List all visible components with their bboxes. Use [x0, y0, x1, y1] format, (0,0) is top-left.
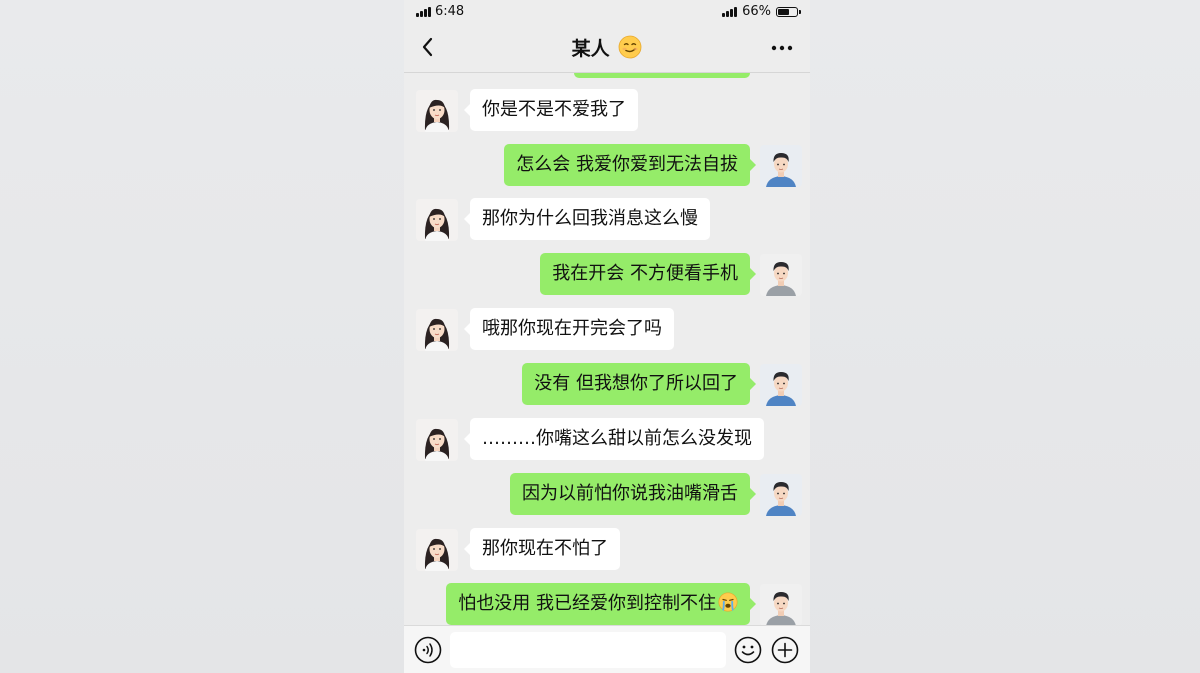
sent-message-bubble[interactable]: 因为以前怕你说我油嘴滑舌: [510, 473, 756, 515]
signal-icon: [416, 6, 431, 17]
plus-icon: [771, 636, 799, 664]
sent-message-bubble[interactable]: 怎么会 我爱你爱到无法自拔: [504, 144, 756, 186]
chat-title: 某人: [404, 34, 810, 61]
emoji-button[interactable]: [734, 636, 762, 664]
battery-icon: [776, 6, 801, 17]
contact-avatar[interactable]: [416, 199, 458, 241]
message-row: 那你为什么回我消息这么慢: [404, 198, 810, 242]
received-message-bubble[interactable]: 那你现在不怕了: [464, 528, 620, 570]
voice-icon: [414, 636, 442, 664]
message-row: 我在开会 不方便看手机: [404, 253, 810, 297]
message-row: 哦那你现在开完会了吗: [404, 308, 810, 352]
user-avatar[interactable]: [760, 584, 802, 626]
female-avatar-icon: [416, 199, 458, 241]
male-avatar-icon: [760, 474, 802, 516]
message-row: 你是不是不爱我了: [404, 89, 810, 133]
message-text: 怕也没用 我已经爱你到控制不住: [458, 593, 716, 614]
more-options-button[interactable]: [770, 36, 794, 60]
sent-message-bubble[interactable]: 我在开会 不方便看手机: [540, 253, 756, 295]
phone-screen: 6:48 66% 某人 你是不是不爱我了 怎么会 我爱你爱到无法自拔 那你为什么…: [404, 0, 810, 673]
voice-button[interactable]: [414, 636, 442, 664]
message-row: 怎么会 我爱你爱到无法自拔: [404, 144, 810, 188]
emoji-icon: [734, 636, 762, 664]
message-row: 那你现在不怕了: [404, 528, 810, 572]
contact-avatar[interactable]: [416, 419, 458, 461]
male-avatar-icon: [760, 364, 802, 406]
status-time: 6:48: [435, 4, 465, 19]
sent-message-bubble[interactable]: 怕也没用 我已经爱你到控制不住: [446, 583, 756, 625]
chat-header: 某人: [404, 24, 810, 73]
cellular-signal-icon: [722, 6, 738, 17]
female-avatar-icon: [416, 309, 458, 351]
message-row: ………你嘴这么甜以前怎么没发现: [404, 418, 810, 462]
chat-message-list[interactable]: 你是不是不爱我了 怎么会 我爱你爱到无法自拔 那你为什么回我消息这么慢 我在开会…: [404, 73, 810, 627]
smirk-emoji-icon: [618, 35, 642, 59]
sent-message-bubble[interactable]: 没有 但我想你了所以回了: [522, 363, 756, 405]
contact-avatar[interactable]: [416, 529, 458, 571]
status-bar: 6:48 66%: [404, 0, 810, 24]
received-message-bubble[interactable]: ………你嘴这么甜以前怎么没发现: [464, 418, 764, 460]
status-left: 6:48: [416, 4, 464, 19]
message-input-bar: [404, 625, 810, 673]
contact-name: 某人: [571, 38, 610, 60]
received-message-bubble[interactable]: 那你为什么回我消息这么慢: [464, 198, 710, 240]
battery-fill: [778, 8, 789, 15]
received-message-bubble[interactable]: 哦那你现在开完会了吗: [464, 308, 674, 350]
female-avatar-icon: [416, 419, 458, 461]
male-avatar-icon: [760, 254, 802, 296]
contact-avatar[interactable]: [416, 309, 458, 351]
more-dots-icon: [771, 45, 793, 51]
message-row: 怕也没用 我已经爱你到控制不住: [404, 583, 810, 627]
contact-avatar[interactable]: [416, 90, 458, 132]
message-row: 因为以前怕你说我油嘴滑舌: [404, 473, 810, 517]
male-avatar-icon: [760, 584, 802, 626]
crying-emoji-icon: [718, 592, 738, 612]
female-avatar-icon: [416, 90, 458, 132]
female-avatar-icon: [416, 529, 458, 571]
user-avatar[interactable]: [760, 254, 802, 296]
message-text-input[interactable]: [450, 632, 726, 668]
user-avatar[interactable]: [760, 145, 802, 187]
user-avatar[interactable]: [760, 364, 802, 406]
message-row: 没有 但我想你了所以回了: [404, 363, 810, 407]
more-functions-button[interactable]: [771, 636, 799, 664]
user-avatar[interactable]: [760, 474, 802, 516]
received-message-bubble[interactable]: 你是不是不爱我了: [464, 89, 638, 131]
status-right: 66%: [722, 4, 801, 19]
male-avatar-icon: [760, 145, 802, 187]
battery-percent: 66%: [742, 4, 771, 19]
